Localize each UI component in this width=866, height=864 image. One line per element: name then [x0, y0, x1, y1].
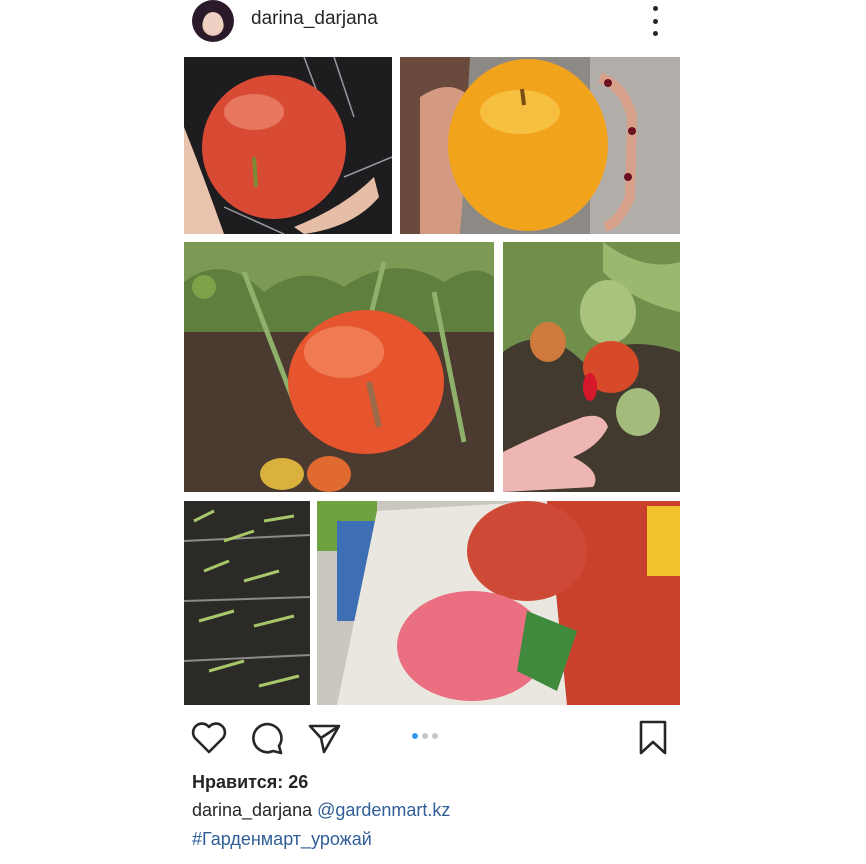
carousel-dot — [432, 733, 438, 739]
heart-icon[interactable] — [191, 721, 227, 755]
send-icon[interactable] — [306, 721, 342, 755]
post-username[interactable]: darina_darjana — [251, 8, 378, 30]
comment-icon[interactable] — [249, 721, 285, 755]
post-photo-green-tomatoes[interactable] — [503, 242, 680, 492]
caption-mention-link[interactable]: @gardenmart.kz — [317, 800, 450, 820]
carousel-indicator — [412, 733, 438, 739]
post-photo-pink-tomato-hand[interactable] — [184, 57, 392, 234]
caption-username[interactable]: darina_darjana — [192, 800, 312, 820]
post-photo-seedlings[interactable] — [184, 501, 310, 705]
carousel-dot-active — [412, 733, 418, 739]
carousel-dot — [422, 733, 428, 739]
post-header: darina_darjana — [0, 0, 866, 44]
more-vertical-icon[interactable] — [645, 6, 665, 36]
caption-hashtag-link[interactable]: #Гарденмарт_урожай — [192, 829, 372, 850]
post-caption: darina_darjana @gardenmart.kz — [192, 800, 450, 821]
avatar[interactable] — [192, 0, 234, 42]
post-photo-orange-tomato[interactable] — [400, 57, 680, 234]
post-photo-garden-tomato[interactable] — [184, 242, 494, 492]
bookmark-icon[interactable] — [637, 719, 669, 757]
post-photo-seed-packets[interactable] — [317, 501, 680, 705]
likes-count[interactable]: Нравится: 26 — [192, 772, 308, 793]
